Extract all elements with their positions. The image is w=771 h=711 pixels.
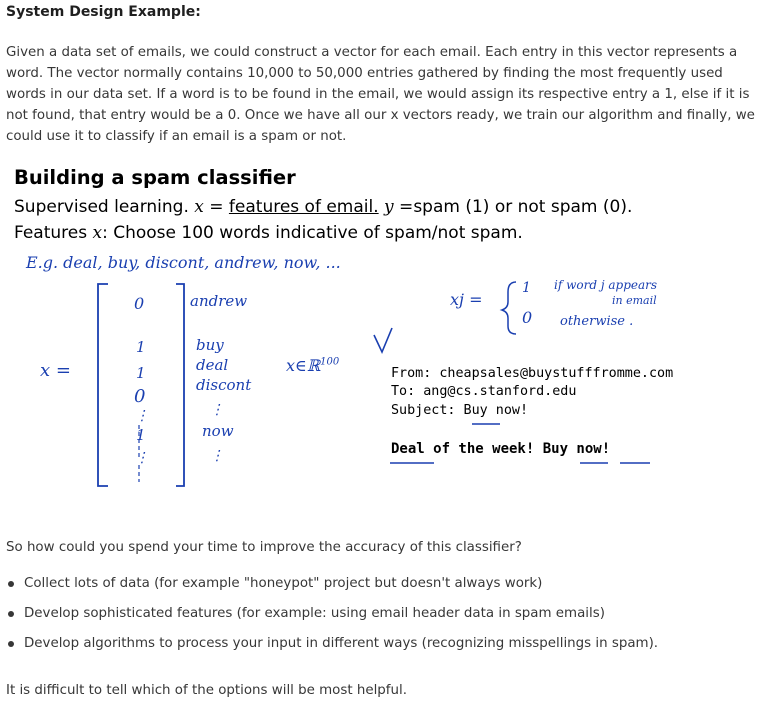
supervised-label: Supervised learning. (14, 197, 189, 217)
email-body: Deal of the week! Buy now! (391, 441, 611, 457)
case-one-value: 1 (522, 280, 531, 296)
email-subject: Subject: Buy now! (391, 403, 529, 418)
bullet-icon (8, 611, 14, 617)
xj-definition: xj = (450, 290, 483, 309)
x-variable-2: x (92, 223, 103, 243)
features-of-email: features of email. (228, 197, 379, 217)
checkmark (373, 327, 393, 354)
improvement-question: So how could you spend your time to impr… (6, 540, 522, 555)
vector-value-3: 0 (134, 386, 146, 407)
left-bracket (97, 283, 108, 487)
equals-sign: = (203, 197, 229, 217)
bullet-icon (8, 581, 14, 587)
vector-value-0: 0 (134, 294, 145, 313)
vector-word-now: now (202, 422, 234, 440)
equals-sign-2: = (393, 197, 414, 217)
email-from: From: cheapsales@buystufffromme.com (391, 366, 674, 381)
case-one-text-2: in email (612, 294, 657, 307)
slide-supervised-line: Supervised learning. x = features of ema… (14, 197, 632, 217)
section-heading: System Design Example: (6, 4, 201, 20)
cases-brace (499, 281, 517, 335)
slide-title: Building a spam classifier (14, 166, 296, 189)
y-variable: y (384, 197, 394, 217)
list-item-text: Develop algorithms to process your input… (24, 636, 659, 651)
vector-word-discont: discont (196, 376, 252, 394)
list-item-text: Collect lots of data (for example "honey… (24, 576, 543, 591)
vector-value-dots-2: ⋮ (135, 450, 149, 466)
vector-value-5: 1 (136, 426, 146, 444)
spam-classifier-slide: Building a spam classifier Supervised le… (4, 160, 747, 507)
closing-sentence: It is difficult to tell which of the opt… (6, 683, 407, 698)
list-item: Develop algorithms to process your input… (6, 636, 658, 666)
x-variable: x (194, 197, 204, 217)
improvement-options-list: Collect lots of data (for example "honey… (6, 576, 658, 666)
features-prefix: Features (14, 223, 93, 243)
dimension-label: x∈ℝ100 (286, 356, 339, 375)
vector-word-deal: deal (196, 356, 229, 374)
slide-features-line: Features x: Choose 100 words indicative … (14, 223, 523, 243)
case-zero-text: otherwise . (560, 314, 634, 329)
email-to: To: ang@cs.stanford.edu (391, 384, 577, 399)
case-zero-value: 0 (522, 308, 533, 327)
features-suffix: : Choose 100 words indicative of spam/no… (102, 223, 523, 243)
vector-value-dots: ⋮ (135, 408, 149, 424)
vector-value-1: 1 (136, 338, 146, 356)
intro-paragraph: Given a data set of emails, we could con… (6, 45, 755, 144)
vector-label: x = (40, 360, 71, 381)
handwritten-example-words: E.g. deal, buy, discont, andrew, now, ..… (26, 253, 341, 272)
vector-word-dots: ⋮ (210, 402, 224, 418)
list-item-text: Develop sophisticated features (for exam… (24, 606, 605, 621)
bullet-icon (8, 641, 14, 647)
list-item: Collect lots of data (for example "honey… (6, 576, 658, 606)
vector-value-2: 1 (136, 364, 146, 382)
right-bracket (176, 283, 185, 487)
dimension-symbol: x∈ℝ (286, 356, 321, 375)
list-item: Develop sophisticated features (for exam… (6, 606, 658, 636)
dimension-exponent: 100 (320, 356, 340, 368)
vector-word-buy: buy (196, 336, 224, 354)
spam-label-text: spam (1) or not spam (0). (413, 197, 633, 217)
vector-word-andrew: andrew (190, 292, 248, 310)
vector-word-dots-2: ⋮ (210, 448, 224, 464)
case-one-text: if word j appears (554, 278, 658, 292)
